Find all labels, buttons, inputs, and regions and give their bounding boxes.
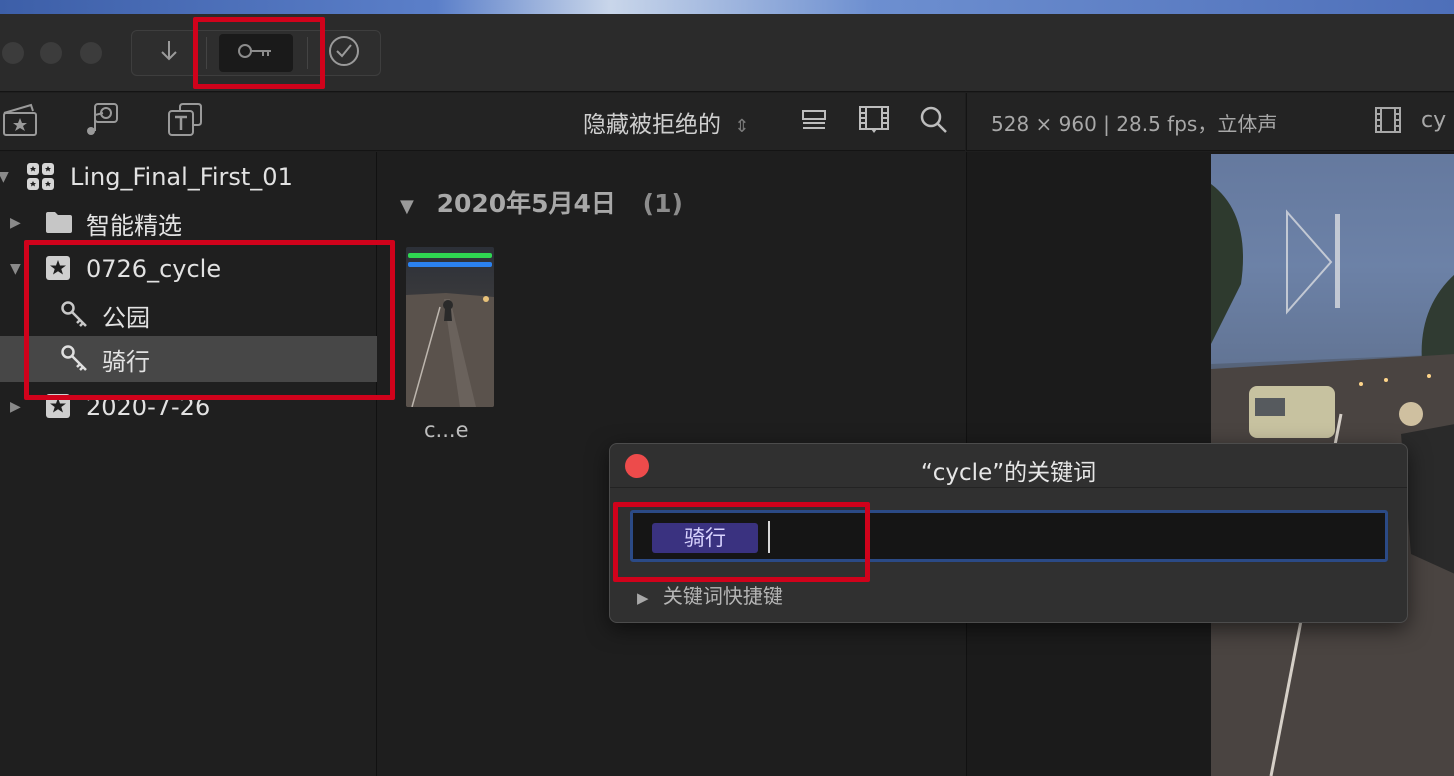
- search-button[interactable]: [918, 106, 950, 138]
- import-arrow-icon: [158, 38, 180, 68]
- folder-icon: [45, 210, 73, 238]
- library-name: Ling_Final_First_01: [70, 163, 293, 191]
- window-close-button[interactable]: [2, 42, 24, 64]
- libraries-button[interactable]: [0, 103, 40, 139]
- photos-music-icon: [83, 101, 121, 141]
- browser-header: 隐藏被拒绝的 ⇕: [0, 93, 965, 151]
- clapper-star-icon: [1, 101, 39, 141]
- titles-generators-button[interactable]: [165, 103, 205, 139]
- desktop-background: [0, 0, 1454, 14]
- keyword-shortcuts-toggle[interactable]: ▶ 关键词快捷键: [637, 580, 783, 609]
- viewer-header: 528 × 960 | 28.5 fps，立体声 cy: [966, 93, 1454, 151]
- filmstrip-icon: [1374, 106, 1402, 138]
- disclosure-triangle-icon[interactable]: ▶: [637, 589, 649, 607]
- clip-appearance-button[interactable]: [798, 107, 830, 137]
- library-icon: [26, 162, 56, 196]
- disclosure-triangle-icon[interactable]: ▼: [0, 169, 9, 185]
- keyword-shortcuts-label: 关键词快捷键: [662, 584, 783, 608]
- window-zoom-button[interactable]: [80, 42, 102, 64]
- skip-forward-icon[interactable]: [1287, 212, 1343, 312]
- titles-generators-icon: [166, 101, 204, 141]
- sidebar-item-library[interactable]: ▼ Ling_Final_First_01: [0, 154, 377, 200]
- analyze-button[interactable]: [318, 34, 370, 72]
- photos-audio-button[interactable]: [82, 103, 122, 139]
- date-label: 2020年5月4日: [436, 189, 616, 218]
- annotation-box-keyword-button: [193, 17, 325, 89]
- viewer-options-button[interactable]: [1373, 107, 1403, 137]
- analyze-check-icon: [328, 35, 360, 71]
- window-minimize-button[interactable]: [40, 42, 62, 64]
- annotation-box-event-keywords: [24, 240, 395, 400]
- clip-frame-image: [406, 293, 494, 407]
- clip-format-info: 528 × 960 | 28.5 fps，立体声: [991, 112, 1278, 136]
- disclosure-triangle-icon[interactable]: ▶: [10, 399, 21, 415]
- viewer-clip-name: cy: [1421, 108, 1447, 133]
- filter-popup[interactable]: 隐藏被拒绝的 ⇕: [583, 105, 749, 139]
- dialog-title: “cycle”的关键词: [920, 460, 1097, 486]
- clip-appearance-icon: [800, 108, 828, 136]
- clip-name: c...e: [424, 418, 469, 442]
- date-group-header[interactable]: ▼ 2020年5月4日 (1): [400, 184, 683, 220]
- disclosure-triangle-icon[interactable]: ▶: [10, 215, 21, 231]
- clip-thumbnail[interactable]: [406, 247, 494, 407]
- filmstrip-view-button[interactable]: [857, 105, 891, 137]
- clip-count: (1): [642, 189, 683, 218]
- annotation-box-keyword-token: [613, 502, 870, 582]
- disclosure-triangle-icon[interactable]: ▼: [400, 196, 414, 217]
- sidebar-item-label: 智能精选: [86, 211, 182, 240]
- disclosure-triangle-icon[interactable]: ▼: [10, 261, 21, 277]
- filmstrip-icon: [858, 104, 890, 138]
- dialog-title-bar: “cycle”的关键词: [610, 444, 1407, 488]
- search-icon: [919, 105, 949, 139]
- filter-label: 隐藏被拒绝的: [583, 112, 721, 138]
- up-down-chevron-icon: ⇕: [734, 116, 750, 137]
